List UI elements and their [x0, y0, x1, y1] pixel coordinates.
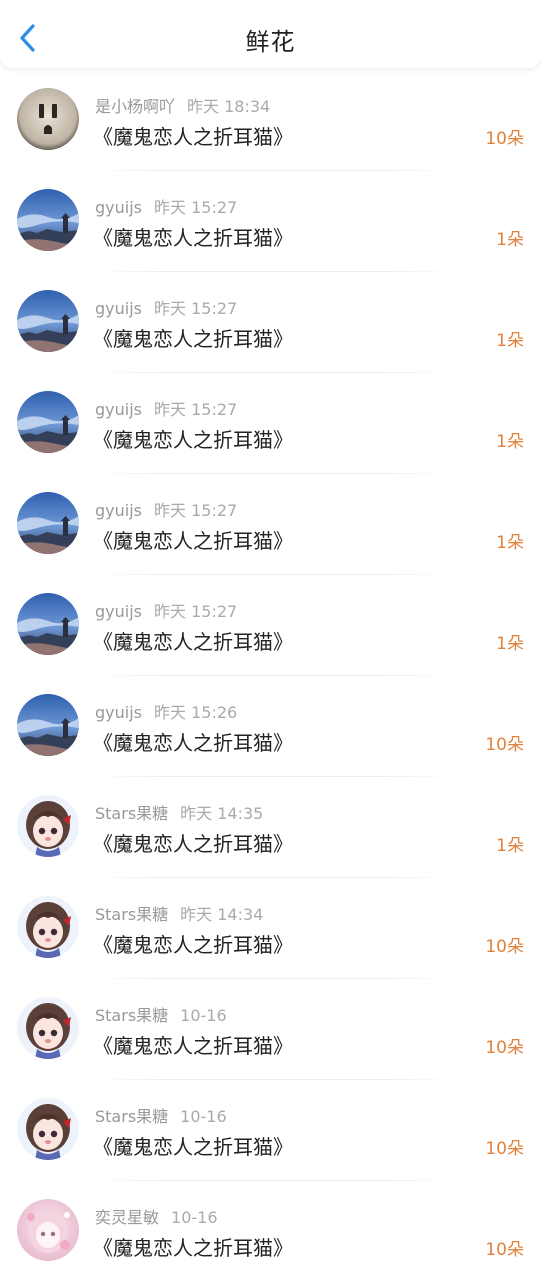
meta-line: Stars果糖 10-16: [95, 1002, 227, 1026]
username: 奕灵星敏: [95, 1208, 160, 1227]
flower-count: 10朵: [485, 1139, 524, 1159]
list-item[interactable]: gyuijs 昨天 15:26 《魔鬼恋人之折耳猫》 10朵: [0, 676, 541, 777]
timestamp: 昨天 14:35: [180, 804, 264, 823]
list-item[interactable]: Stars果糖 10-16 《魔鬼恋人之折耳猫》 10朵: [0, 1080, 541, 1181]
book-title: 《魔鬼恋人之折耳猫》: [93, 428, 293, 452]
book-title: 《魔鬼恋人之折耳猫》: [93, 1236, 293, 1260]
timestamp: 昨天 15:27: [154, 501, 238, 520]
username: 是小杨啊吖: [95, 97, 176, 116]
list-item[interactable]: Stars果糖 10-16 《魔鬼恋人之折耳猫》 10朵: [0, 979, 541, 1080]
avatar[interactable]: [17, 997, 79, 1059]
list-item[interactable]: Stars果糖 昨天 14:34 《魔鬼恋人之折耳猫》 10朵: [0, 878, 541, 979]
avatar[interactable]: [17, 593, 79, 655]
timestamp: 10-16: [180, 1107, 227, 1126]
flower-count: 10朵: [485, 735, 524, 755]
timestamp: 10-16: [171, 1208, 218, 1227]
flower-count: 1朵: [496, 634, 524, 654]
flower-count: 1朵: [496, 432, 524, 452]
username: gyuijs: [95, 198, 142, 217]
username: gyuijs: [95, 400, 142, 419]
book-title: 《魔鬼恋人之折耳猫》: [93, 731, 293, 755]
meta-line: gyuijs 昨天 15:27: [95, 396, 237, 420]
username: gyuijs: [95, 703, 142, 722]
timestamp: 昨天 15:26: [154, 703, 238, 722]
list-item[interactable]: gyuijs 昨天 15:27 《魔鬼恋人之折耳猫》 1朵: [0, 373, 541, 474]
list-item[interactable]: 是小杨啊吖 昨天 18:34 《魔鬼恋人之折耳猫》 10朵: [0, 70, 541, 171]
timestamp: 昨天 18:34: [187, 97, 271, 116]
list-item[interactable]: Stars果糖 昨天 14:35 《魔鬼恋人之折耳猫》 1朵: [0, 777, 541, 878]
avatar[interactable]: [17, 492, 79, 554]
meta-line: Stars果糖 昨天 14:35: [95, 800, 263, 824]
meta-line: gyuijs 昨天 15:27: [95, 194, 237, 218]
avatar[interactable]: [17, 694, 79, 756]
flower-count: 1朵: [496, 230, 524, 250]
meta-line: 奕灵星敏 10-16: [95, 1204, 218, 1228]
flower-count: 1朵: [496, 836, 524, 856]
avatar[interactable]: [17, 391, 79, 453]
username: Stars果糖: [95, 905, 169, 924]
book-title: 《魔鬼恋人之折耳猫》: [93, 1135, 293, 1159]
meta-line: Stars果糖 昨天 14:34: [95, 901, 263, 925]
username: Stars果糖: [95, 1107, 169, 1126]
timestamp: 昨天 15:27: [154, 602, 238, 621]
timestamp: 昨天 14:34: [180, 905, 264, 924]
timestamp: 10-16: [180, 1006, 227, 1025]
username: Stars果糖: [95, 1006, 169, 1025]
flower-count: 10朵: [485, 937, 524, 957]
avatar[interactable]: [17, 290, 79, 352]
list-item[interactable]: gyuijs 昨天 15:27 《魔鬼恋人之折耳猫》 1朵: [0, 575, 541, 676]
meta-line: gyuijs 昨天 15:27: [95, 598, 237, 622]
list-item[interactable]: gyuijs 昨天 15:27 《魔鬼恋人之折耳猫》 1朵: [0, 171, 541, 272]
book-title: 《魔鬼恋人之折耳猫》: [93, 226, 293, 250]
page-title: 鲜花: [245, 28, 296, 56]
username: gyuijs: [95, 299, 142, 318]
avatar[interactable]: [17, 1098, 79, 1160]
flower-count: 1朵: [496, 533, 524, 553]
meta-line: 是小杨啊吖 昨天 18:34: [95, 93, 270, 117]
book-title: 《魔鬼恋人之折耳猫》: [93, 1034, 293, 1058]
meta-line: gyuijs 昨天 15:26: [95, 699, 237, 723]
flower-count: 10朵: [485, 1038, 524, 1058]
meta-line: gyuijs 昨天 15:27: [95, 295, 237, 319]
avatar[interactable]: [17, 88, 79, 150]
flower-count: 10朵: [485, 129, 524, 149]
book-title: 《魔鬼恋人之折耳猫》: [93, 327, 293, 351]
book-title: 《魔鬼恋人之折耳猫》: [93, 630, 293, 654]
book-title: 《魔鬼恋人之折耳猫》: [93, 933, 293, 957]
book-title: 《魔鬼恋人之折耳猫》: [93, 125, 293, 149]
avatar[interactable]: [17, 189, 79, 251]
flower-count: 10朵: [485, 1240, 524, 1260]
book-title: 《魔鬼恋人之折耳猫》: [93, 529, 293, 553]
avatar[interactable]: [17, 1199, 79, 1261]
username: gyuijs: [95, 602, 142, 621]
avatar[interactable]: [17, 795, 79, 857]
avatar[interactable]: [17, 896, 79, 958]
top-bar: 鲜花: [0, 0, 541, 68]
timestamp: 昨天 15:27: [154, 198, 238, 217]
username: gyuijs: [95, 501, 142, 520]
list-item[interactable]: 奕灵星敏 10-16 《魔鬼恋人之折耳猫》 10朵: [0, 1181, 541, 1280]
flower-record-list: 是小杨啊吖 昨天 18:34 《魔鬼恋人之折耳猫》 10朵 gyuijs 昨天 15:27…: [0, 70, 541, 1280]
flower-count: 1朵: [496, 331, 524, 351]
meta-line: Stars果糖 10-16: [95, 1103, 227, 1127]
list-item[interactable]: gyuijs 昨天 15:27 《魔鬼恋人之折耳猫》 1朵: [0, 272, 541, 373]
meta-line: gyuijs 昨天 15:27: [95, 497, 237, 521]
timestamp: 昨天 15:27: [154, 299, 238, 318]
list-item[interactable]: gyuijs 昨天 15:27 《魔鬼恋人之折耳猫》 1朵: [0, 474, 541, 575]
book-title: 《魔鬼恋人之折耳猫》: [93, 832, 293, 856]
username: Stars果糖: [95, 804, 169, 823]
timestamp: 昨天 15:27: [154, 400, 238, 419]
